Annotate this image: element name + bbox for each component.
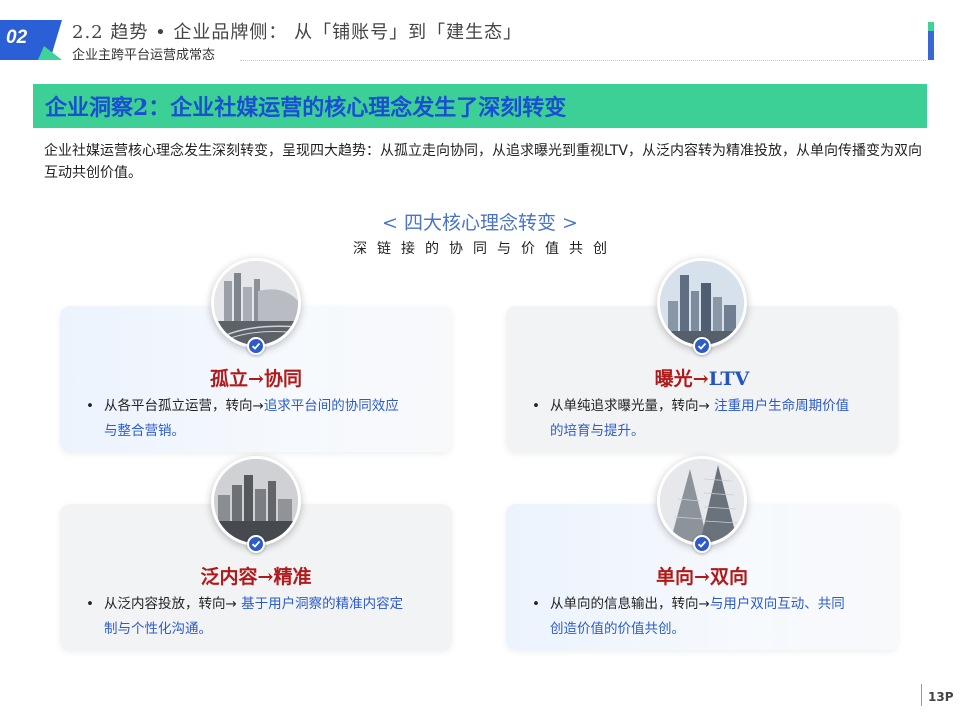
- intro-paragraph: 企业社媒运营核心理念发生深刻转变，呈现四大趋势：从孤立走向协同，从追求曝光到重视…: [44, 143, 922, 181]
- city-highway-photo: [211, 258, 301, 348]
- body-text: 从各平台孤立运营，转向→: [104, 398, 264, 414]
- card-title: 单向→双向: [506, 562, 898, 589]
- header-subtitle: 企业主跨平台运营成常态: [72, 48, 216, 63]
- bullet: •: [86, 596, 94, 612]
- section-number: 02: [6, 27, 28, 48]
- body-tail: 创造价值的价值共创。: [550, 621, 685, 637]
- card-title-arrow: →: [257, 566, 274, 588]
- bullet: •: [86, 398, 94, 414]
- accent-bar-green: [928, 22, 934, 31]
- body-text: 从泛内容投放，转向→: [104, 596, 242, 612]
- check-icon: [693, 337, 711, 355]
- card-title-from: 泛内容: [200, 566, 258, 588]
- check-icon: [247, 337, 265, 355]
- page-number: 13P: [928, 690, 954, 704]
- card-body: • 从单向的信息输出，转向→与用户双向互动、共同创造价值的价值共创。: [532, 592, 876, 642]
- card-title-arrow: →: [248, 368, 264, 390]
- check-icon: [247, 535, 265, 553]
- core-section-subtitle: 深链接的协同与价值共创: [353, 241, 617, 257]
- card-title: 孤立→协同: [60, 364, 452, 391]
- card-title-to: 精准: [273, 566, 312, 588]
- body-tail: 的培育与提升。: [550, 423, 645, 439]
- city-skyline-photo: [211, 456, 301, 546]
- header-divider: [240, 60, 926, 61]
- body-highlight: 基于用户洞察的精准内容定: [241, 596, 404, 612]
- card-title-to: LTV: [708, 368, 750, 390]
- header-accent-bars: [928, 22, 934, 60]
- bullet: •: [532, 596, 540, 612]
- body-text: 从单纯追求曝光量，转向→: [550, 398, 715, 414]
- body-highlight: 注重用户生命周期价值: [714, 398, 850, 414]
- card-body: • 从泛内容投放，转向→ 基于用户洞察的精准内容定制与个性化沟通。: [86, 592, 430, 642]
- banner-title: 企业洞察2：企业社媒运营的核心理念发生了深刻转变: [45, 95, 567, 121]
- check-icon: [693, 535, 711, 553]
- card-title: 曝光→LTV: [506, 364, 898, 391]
- card-title-from: 孤立: [210, 368, 249, 390]
- card-title-to: 双向: [709, 566, 748, 588]
- city-towers-photo: [657, 258, 747, 348]
- body-text: 从单向的信息输出，转向→: [550, 596, 710, 612]
- card-body: • 从各平台孤立运营，转向→追求平台间的协同效应与整合营销。: [86, 394, 430, 444]
- body-highlight: 与用户双向互动、共同: [709, 596, 845, 612]
- card-title-arrow: →: [692, 368, 709, 390]
- insight-banner: 企业洞察2：企业社媒运营的核心理念发生了深刻转变: [33, 84, 927, 128]
- body-tail: 制与个性化沟通。: [104, 621, 212, 637]
- header-title: 2.2 趋势 • 企业品牌侧： 从「铺账号」到「建生态」: [72, 22, 523, 43]
- body-tail: 与整合营销。: [104, 423, 185, 439]
- card-body: • 从单纯追求曝光量，转向→ 注重用户生命周期价值的培育与提升。: [532, 394, 876, 444]
- accent-bar-blue: [928, 31, 934, 60]
- card-title-from: 单向: [656, 566, 695, 588]
- card-title-arrow: →: [694, 566, 710, 588]
- bullet: •: [532, 398, 540, 414]
- card-title-from: 曝光: [654, 368, 693, 390]
- card-title: 泛内容→精准: [60, 562, 452, 589]
- body-highlight: 追求平台间的协同效应: [263, 398, 399, 414]
- footer-divider: [921, 684, 922, 706]
- card-title-to: 协同: [263, 368, 302, 390]
- skyscraper-photo: [657, 456, 747, 546]
- core-section-title: < 四大核心理念转变 >: [382, 212, 578, 234]
